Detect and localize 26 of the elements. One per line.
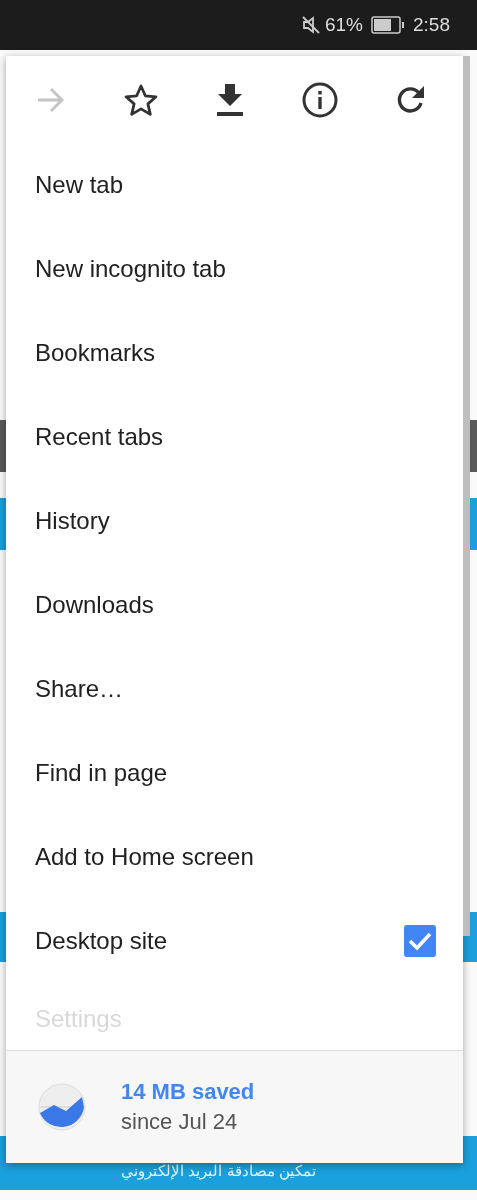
menu-item-row[interactable]: Desktop site bbox=[6, 899, 463, 983]
menu-item[interactable]: Find in page bbox=[35, 759, 168, 787]
battery-icon bbox=[371, 16, 405, 34]
menu-item[interactable]: Bookmarks bbox=[35, 339, 156, 367]
data-saver-chart-icon bbox=[38, 1083, 86, 1131]
battery-percent: 61% bbox=[325, 14, 363, 36]
menu-item[interactable]: New incognito tab bbox=[35, 255, 226, 283]
menu-item[interactable]: New tab bbox=[35, 171, 124, 199]
info-icon bbox=[302, 81, 339, 118]
forward-arrow-icon bbox=[35, 86, 66, 113]
star-icon bbox=[123, 83, 158, 116]
menu-item[interactable]: History bbox=[35, 507, 110, 535]
checkbox[interactable] bbox=[404, 925, 436, 957]
menu-item[interactable]: Recent tabs bbox=[35, 423, 164, 451]
clock: 2:58 bbox=[413, 14, 450, 36]
scrollbar[interactable] bbox=[463, 56, 470, 936]
data-saver-footer[interactable]: 14 MB saved since Jul 24 bbox=[6, 1050, 463, 1163]
menu-item[interactable]: Share… bbox=[35, 675, 124, 703]
menu-item-label: Desktop site bbox=[35, 927, 168, 955]
download-icon bbox=[217, 83, 244, 116]
data-saved-amount: 14 MB saved bbox=[121, 1079, 255, 1105]
banner-text: تمكين مصادقة البريد الإلكتروني bbox=[121, 1162, 316, 1180]
menu-item[interactable]: Add to Home screen bbox=[35, 843, 254, 871]
data-saved-since: since Jul 24 bbox=[121, 1109, 239, 1135]
refresh-icon bbox=[395, 84, 426, 115]
menu-item[interactable]: Downloads bbox=[35, 591, 154, 619]
